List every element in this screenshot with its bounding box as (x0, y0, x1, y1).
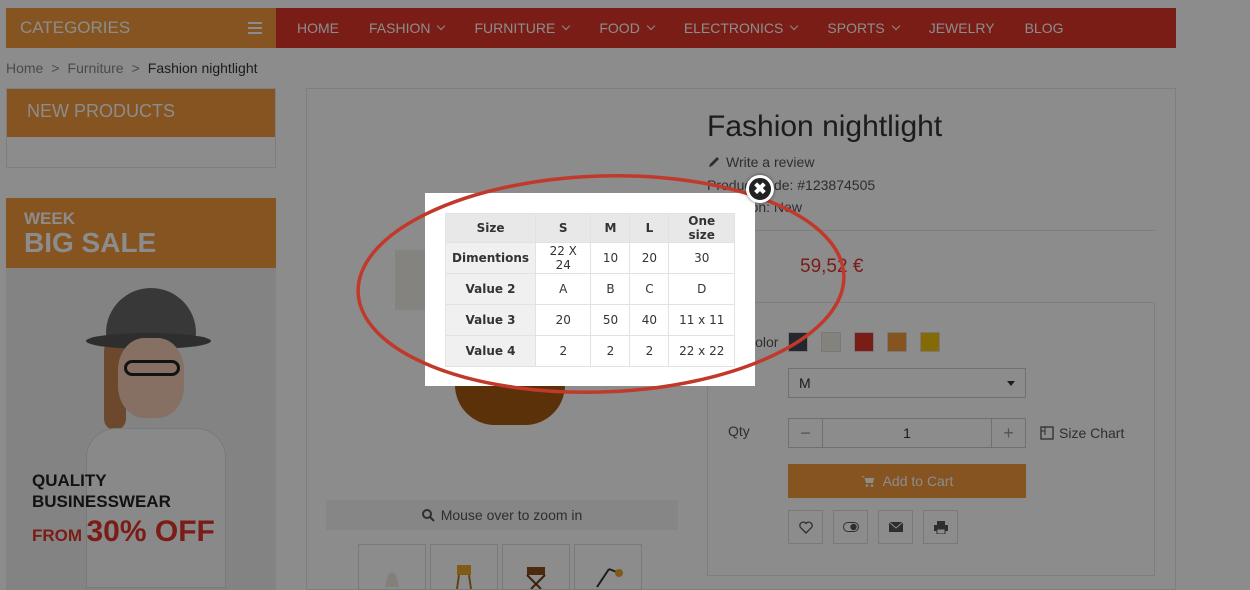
size-table-header: S (535, 213, 592, 243)
size-table-row-label: Dimentions (444, 242, 537, 274)
size-table-cell: 2 (629, 335, 670, 367)
size-table-cell: D (668, 273, 735, 305)
size-table-cell: 20 (535, 304, 592, 336)
size-table-cell: 30 (668, 242, 735, 274)
size-table-row-label: Value 3 (444, 304, 537, 336)
size-table-cell: 10 (590, 242, 631, 274)
size-table-cell: C (629, 273, 670, 305)
size-table-cell: 50 (590, 304, 631, 336)
close-modal-button[interactable]: ✖ (746, 175, 774, 203)
table-row: Value 3 20 50 40 11 x 11 (444, 304, 735, 336)
close-icon: ✖ (753, 181, 767, 198)
table-row: Value 4 2 2 2 22 x 22 (444, 335, 735, 367)
size-table-row-label: Value 4 (444, 335, 537, 367)
size-table-cell: B (590, 273, 631, 305)
table-row: Value 2 A B C D (444, 273, 735, 305)
size-table-header: L (629, 213, 670, 243)
size-table-cell: 2 (535, 335, 592, 367)
size-table: Size S M L One size Dimentions 22 X 24 1… (444, 213, 735, 367)
size-table-cell: 11 x 11 (668, 304, 735, 336)
size-chart-modal: Size S M L One size Dimentions 22 X 24 1… (425, 193, 755, 386)
size-table-cell: 22 x 22 (668, 335, 735, 367)
size-table-cell: A (535, 273, 592, 305)
size-table-cell: 22 X 24 (535, 242, 592, 274)
size-table-cell: 2 (590, 335, 631, 367)
table-row: Dimentions 22 X 24 10 20 30 (444, 242, 735, 274)
size-table-header: Size (444, 213, 537, 243)
size-table-header: One size (668, 213, 735, 243)
size-table-header-row: Size S M L One size (444, 213, 735, 243)
size-table-header: M (590, 213, 631, 243)
size-table-row-label: Value 2 (444, 273, 537, 305)
size-table-cell: 20 (629, 242, 670, 274)
size-table-cell: 40 (629, 304, 670, 336)
